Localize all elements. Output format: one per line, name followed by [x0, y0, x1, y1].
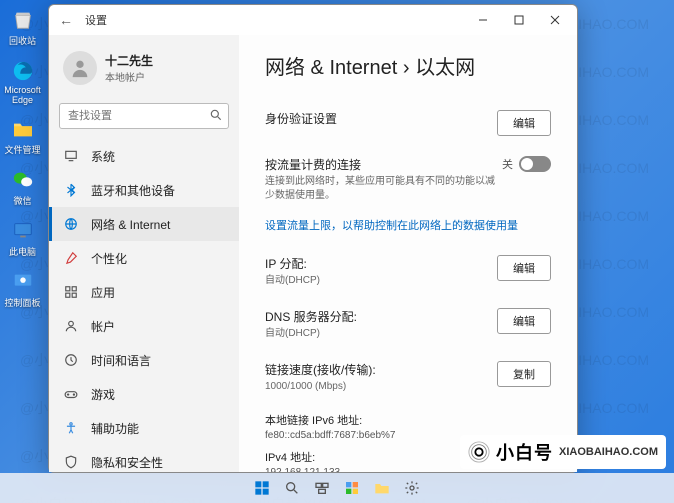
metered-limit-link[interactable]: 设置流量上限，以帮助控制在此网络上的数据使用量 [265, 217, 551, 233]
brand-icon [468, 441, 490, 463]
speed-copy-button[interactable]: 复制 [497, 361, 551, 387]
game-icon [63, 386, 79, 402]
nav-accessibility[interactable]: 辅助功能 [49, 411, 239, 445]
desktop-recycle[interactable]: 回收站 [0, 8, 45, 47]
row-speed: 链接速度(接收/传输): 1000/1000 (Mbps) 复制 [265, 351, 551, 404]
desktop-thispc[interactable]: 此电脑 [0, 219, 45, 258]
wechat-icon [11, 168, 35, 192]
auth-edit-button[interactable]: 编辑 [497, 110, 551, 136]
network-icon [63, 216, 79, 232]
brush-icon [63, 250, 79, 266]
ip-edit-button[interactable]: 编辑 [497, 255, 551, 281]
nav-gaming[interactable]: 游戏 [49, 377, 239, 411]
close-button[interactable] [537, 8, 573, 32]
nav-time[interactable]: 时间和语言 [49, 343, 239, 377]
row-metered: 按流量计费的连接 连接到此网络时，某些应用可能具有不同的功能以减少数据使用量。 … [265, 146, 551, 213]
recycle-icon [11, 8, 35, 32]
toggle-label: 关 [502, 156, 513, 172]
control-icon [11, 270, 35, 294]
system-icon [63, 148, 79, 164]
search-input[interactable] [59, 103, 229, 129]
edge-icon [11, 59, 35, 83]
taskbar-explorer[interactable] [372, 478, 392, 498]
desktop-wechat[interactable]: 微信 [0, 168, 45, 207]
row-auth: 身份验证设置 编辑 [265, 100, 551, 146]
desktop-control[interactable]: 控制面板 [0, 270, 45, 309]
main-content: 网络 & Internet › 以太网 身份验证设置 编辑 按流量计费的连接 连… [239, 35, 577, 472]
taskbar-taskview[interactable] [312, 478, 332, 498]
search-icon [209, 108, 223, 127]
desktop-edge[interactable]: Microsoft Edge [0, 59, 45, 105]
settings-window: ← 设置 十二先生 本地帐户 系统 蓝牙和其他设备 网络 & Internet … [48, 4, 578, 473]
sidebar: 十二先生 本地帐户 系统 蓝牙和其他设备 网络 & Internet 个性化 应… [49, 35, 239, 472]
breadcrumb-current: 以太网 [415, 57, 475, 79]
breadcrumb: 网络 & Internet › 以太网 [265, 51, 551, 80]
nav-bluetooth[interactable]: 蓝牙和其他设备 [49, 173, 239, 207]
metered-toggle[interactable] [519, 156, 551, 172]
user-sub: 本地帐户 [105, 69, 153, 84]
person-icon [63, 318, 79, 334]
maximize-button[interactable] [501, 8, 537, 32]
brand-badge: 小白号 XIAOBAIHAO.COM [460, 435, 666, 469]
nav-accounts[interactable]: 帐户 [49, 309, 239, 343]
bluetooth-icon [63, 182, 79, 198]
desktop: 回收站 Microsoft Edge 文件管理 微信 此电脑 控制面板 [0, 0, 45, 321]
dns-edit-button[interactable]: 编辑 [497, 308, 551, 334]
nav-privacy[interactable]: 隐私和安全性 [49, 445, 239, 472]
apps-icon [63, 284, 79, 300]
user-name: 十二先生 [105, 52, 153, 69]
clock-icon [63, 352, 79, 368]
row-ip: IP 分配: 自动(DHCP) 编辑 [265, 245, 551, 298]
taskbar-search[interactable] [282, 478, 302, 498]
nav-system[interactable]: 系统 [49, 139, 239, 173]
avatar [63, 51, 97, 85]
start-button[interactable] [252, 478, 272, 498]
minimize-button[interactable] [465, 8, 501, 32]
folder-icon [11, 117, 35, 141]
search-box[interactable] [59, 103, 229, 129]
breadcrumb-parent[interactable]: 网络 & Internet [265, 57, 397, 79]
nav-network[interactable]: 网络 & Internet [49, 207, 239, 241]
taskbar [0, 473, 674, 503]
nav-personalize[interactable]: 个性化 [49, 241, 239, 275]
shield-icon [63, 454, 79, 470]
user-block[interactable]: 十二先生 本地帐户 [49, 45, 239, 99]
nav-apps[interactable]: 应用 [49, 275, 239, 309]
desktop-explorer[interactable]: 文件管理 [0, 117, 45, 156]
row-dns: DNS 服务器分配: 自动(DHCP) 编辑 [265, 298, 551, 351]
back-button[interactable]: ← [59, 12, 79, 28]
taskbar-settings[interactable] [402, 478, 422, 498]
taskbar-widgets[interactable] [342, 478, 362, 498]
titlebar: ← 设置 [49, 5, 577, 35]
monitor-icon [11, 219, 35, 243]
accessibility-icon [63, 420, 79, 436]
window-title: 设置 [85, 12, 465, 28]
